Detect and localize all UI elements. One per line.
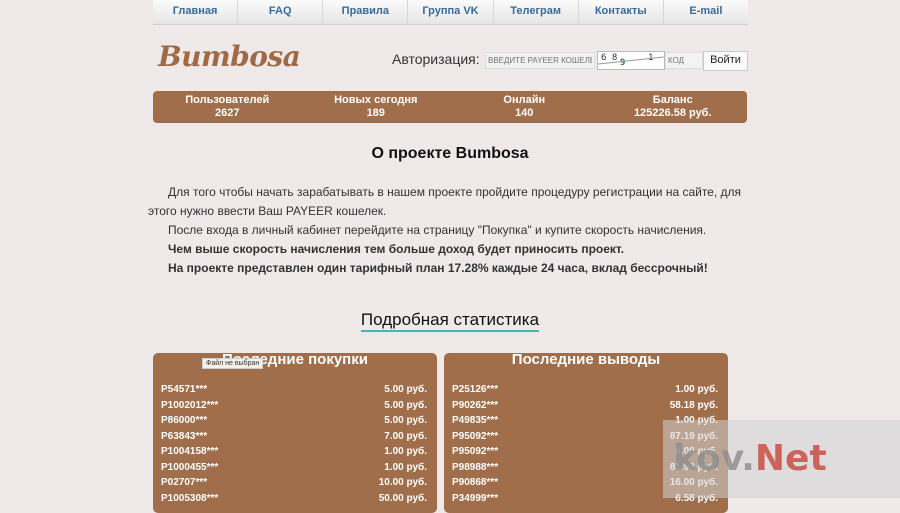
about-text: Для того чтобы начать зарабатывать в наш…	[148, 183, 748, 278]
nav-faq[interactable]: FAQ	[238, 0, 324, 24]
stat-value: 2627	[215, 107, 240, 119]
stat-users: Пользователей 2627	[153, 91, 302, 123]
row-amount: 58.18 руб.	[669, 399, 718, 411]
watermark-suffix: Net	[754, 438, 827, 479]
table-row: P1002012*** 5.00 руб.	[161, 398, 427, 414]
table-row: P86000*** 5.00 руб.	[161, 413, 427, 429]
row-user: P98988***	[452, 461, 499, 473]
table-row: P02707*** 10.00 руб.	[161, 475, 427, 491]
about-title: О проекте Bumbosa	[371, 145, 529, 162]
purchases-title: Последние покупки	[222, 351, 368, 368]
detailed-stats: Подробная статистика	[0, 310, 900, 332]
nav-telegram[interactable]: Телеграм	[494, 0, 579, 24]
row-user: P1004158***	[161, 446, 219, 457]
payeer-wallet-input[interactable]	[485, 52, 595, 69]
row-user: P54571***	[161, 384, 208, 395]
stat-label: Онлайн	[503, 94, 546, 106]
stats-bar: Пользователей 2627 Новых сегодня 189 Онл…	[153, 91, 747, 123]
stat-value: 125226.58 руб.	[633, 107, 712, 119]
table-row: P25126*** 1.00 руб.	[452, 382, 718, 398]
watermark-prefix: kov.	[673, 438, 755, 479]
row-user: P90262***	[452, 399, 499, 411]
captcha-code-input[interactable]	[665, 52, 703, 69]
withdrawals-title: Последние выводы	[511, 351, 661, 368]
row-amount: 10.00 руб.	[378, 477, 427, 488]
file-tooltip: Файл не выбран	[202, 358, 264, 369]
row-user: P63843***	[161, 430, 208, 442]
stat-label: Новых сегодня	[334, 94, 418, 106]
row-user: P25126***	[452, 384, 499, 395]
row-amount: 1.00 руб.	[675, 384, 718, 395]
row-user: P95092***	[452, 446, 499, 457]
nav-contacts[interactable]: Контакты	[579, 0, 664, 24]
login-button[interactable]: Войти	[703, 51, 748, 71]
captcha-char: 9	[620, 58, 626, 68]
row-user: P95092***	[452, 430, 499, 442]
purchases-panel: Последние покупки P54571*** 5.00 руб. P100…	[153, 351, 437, 513]
row-user: P86000***	[161, 415, 208, 426]
table-row: P90262*** 58.18 руб.	[452, 398, 718, 414]
about-paragraph: На проекте представлен один тарифный пла…	[168, 261, 708, 275]
row-amount: 5.00 руб.	[384, 415, 427, 426]
row-user: P1005308***	[161, 492, 219, 504]
row-amount: 1.00 руб.	[384, 461, 427, 473]
row-user: P90868***	[452, 477, 499, 488]
stat-label: Баланс	[652, 94, 693, 106]
purchases-list: P54571*** 5.00 руб. P1002012*** 5.00 руб. P8…	[161, 382, 427, 506]
watermark-text: kov.Net	[673, 438, 827, 479]
nav-rules[interactable]: Правила	[323, 0, 409, 24]
auth-label: Авторизация:	[392, 51, 480, 67]
row-user: P1000455***	[161, 461, 219, 473]
table-row: P63843*** 7.00 руб.	[161, 429, 427, 445]
row-user: P49835***	[452, 415, 499, 426]
row-amount: 7.00 руб.	[384, 430, 427, 442]
nav-email[interactable]: E-mail	[664, 0, 748, 24]
stat-online: Онлайн 140	[450, 91, 599, 123]
row-user: P1002012***	[161, 399, 219, 411]
nav-home[interactable]: Главная	[153, 0, 239, 24]
detailed-stats-link[interactable]: Подробная статистика	[360, 310, 540, 332]
row-amount: 5.00 руб.	[384, 399, 427, 411]
about-paragraph: После входа в личный кабинет перейдите н…	[168, 223, 707, 237]
table-row: P1000455*** 1.00 руб.	[161, 460, 427, 476]
top-nav: Главная FAQ Правила Группа VK Телеграм К…	[153, 0, 748, 25]
site-logo[interactable]: Bumbosa	[158, 40, 301, 73]
stat-new-today: Новых сегодня 189	[302, 91, 451, 123]
about-paragraph: Для того чтобы начать зарабатывать в наш…	[148, 185, 742, 218]
table-row: P1004158*** 1.00 руб.	[161, 444, 427, 460]
row-amount: 1.00 руб.	[384, 446, 427, 457]
watermark: kov.Net	[663, 420, 900, 498]
table-row: P1005308*** 50.00 руб.	[161, 491, 427, 507]
stat-value: 189	[366, 107, 385, 119]
table-row: P54571*** 5.00 руб.	[161, 382, 427, 398]
row-amount: 50.00 руб.	[378, 492, 427, 504]
row-user: P02707***	[161, 477, 208, 488]
nav-vk-group[interactable]: Группа VK	[408, 0, 494, 24]
captcha-image: 6 8 9 1	[597, 51, 665, 70]
stat-value: 140	[515, 107, 534, 119]
about-paragraph: Чем выше скорость начисления тем больше …	[168, 242, 625, 256]
row-amount: 5.00 руб.	[384, 384, 427, 395]
stat-balance: Баланс 125226.58 руб.	[599, 91, 748, 123]
row-user: P34999***	[452, 492, 499, 504]
stat-label: Пользователей	[185, 94, 270, 106]
